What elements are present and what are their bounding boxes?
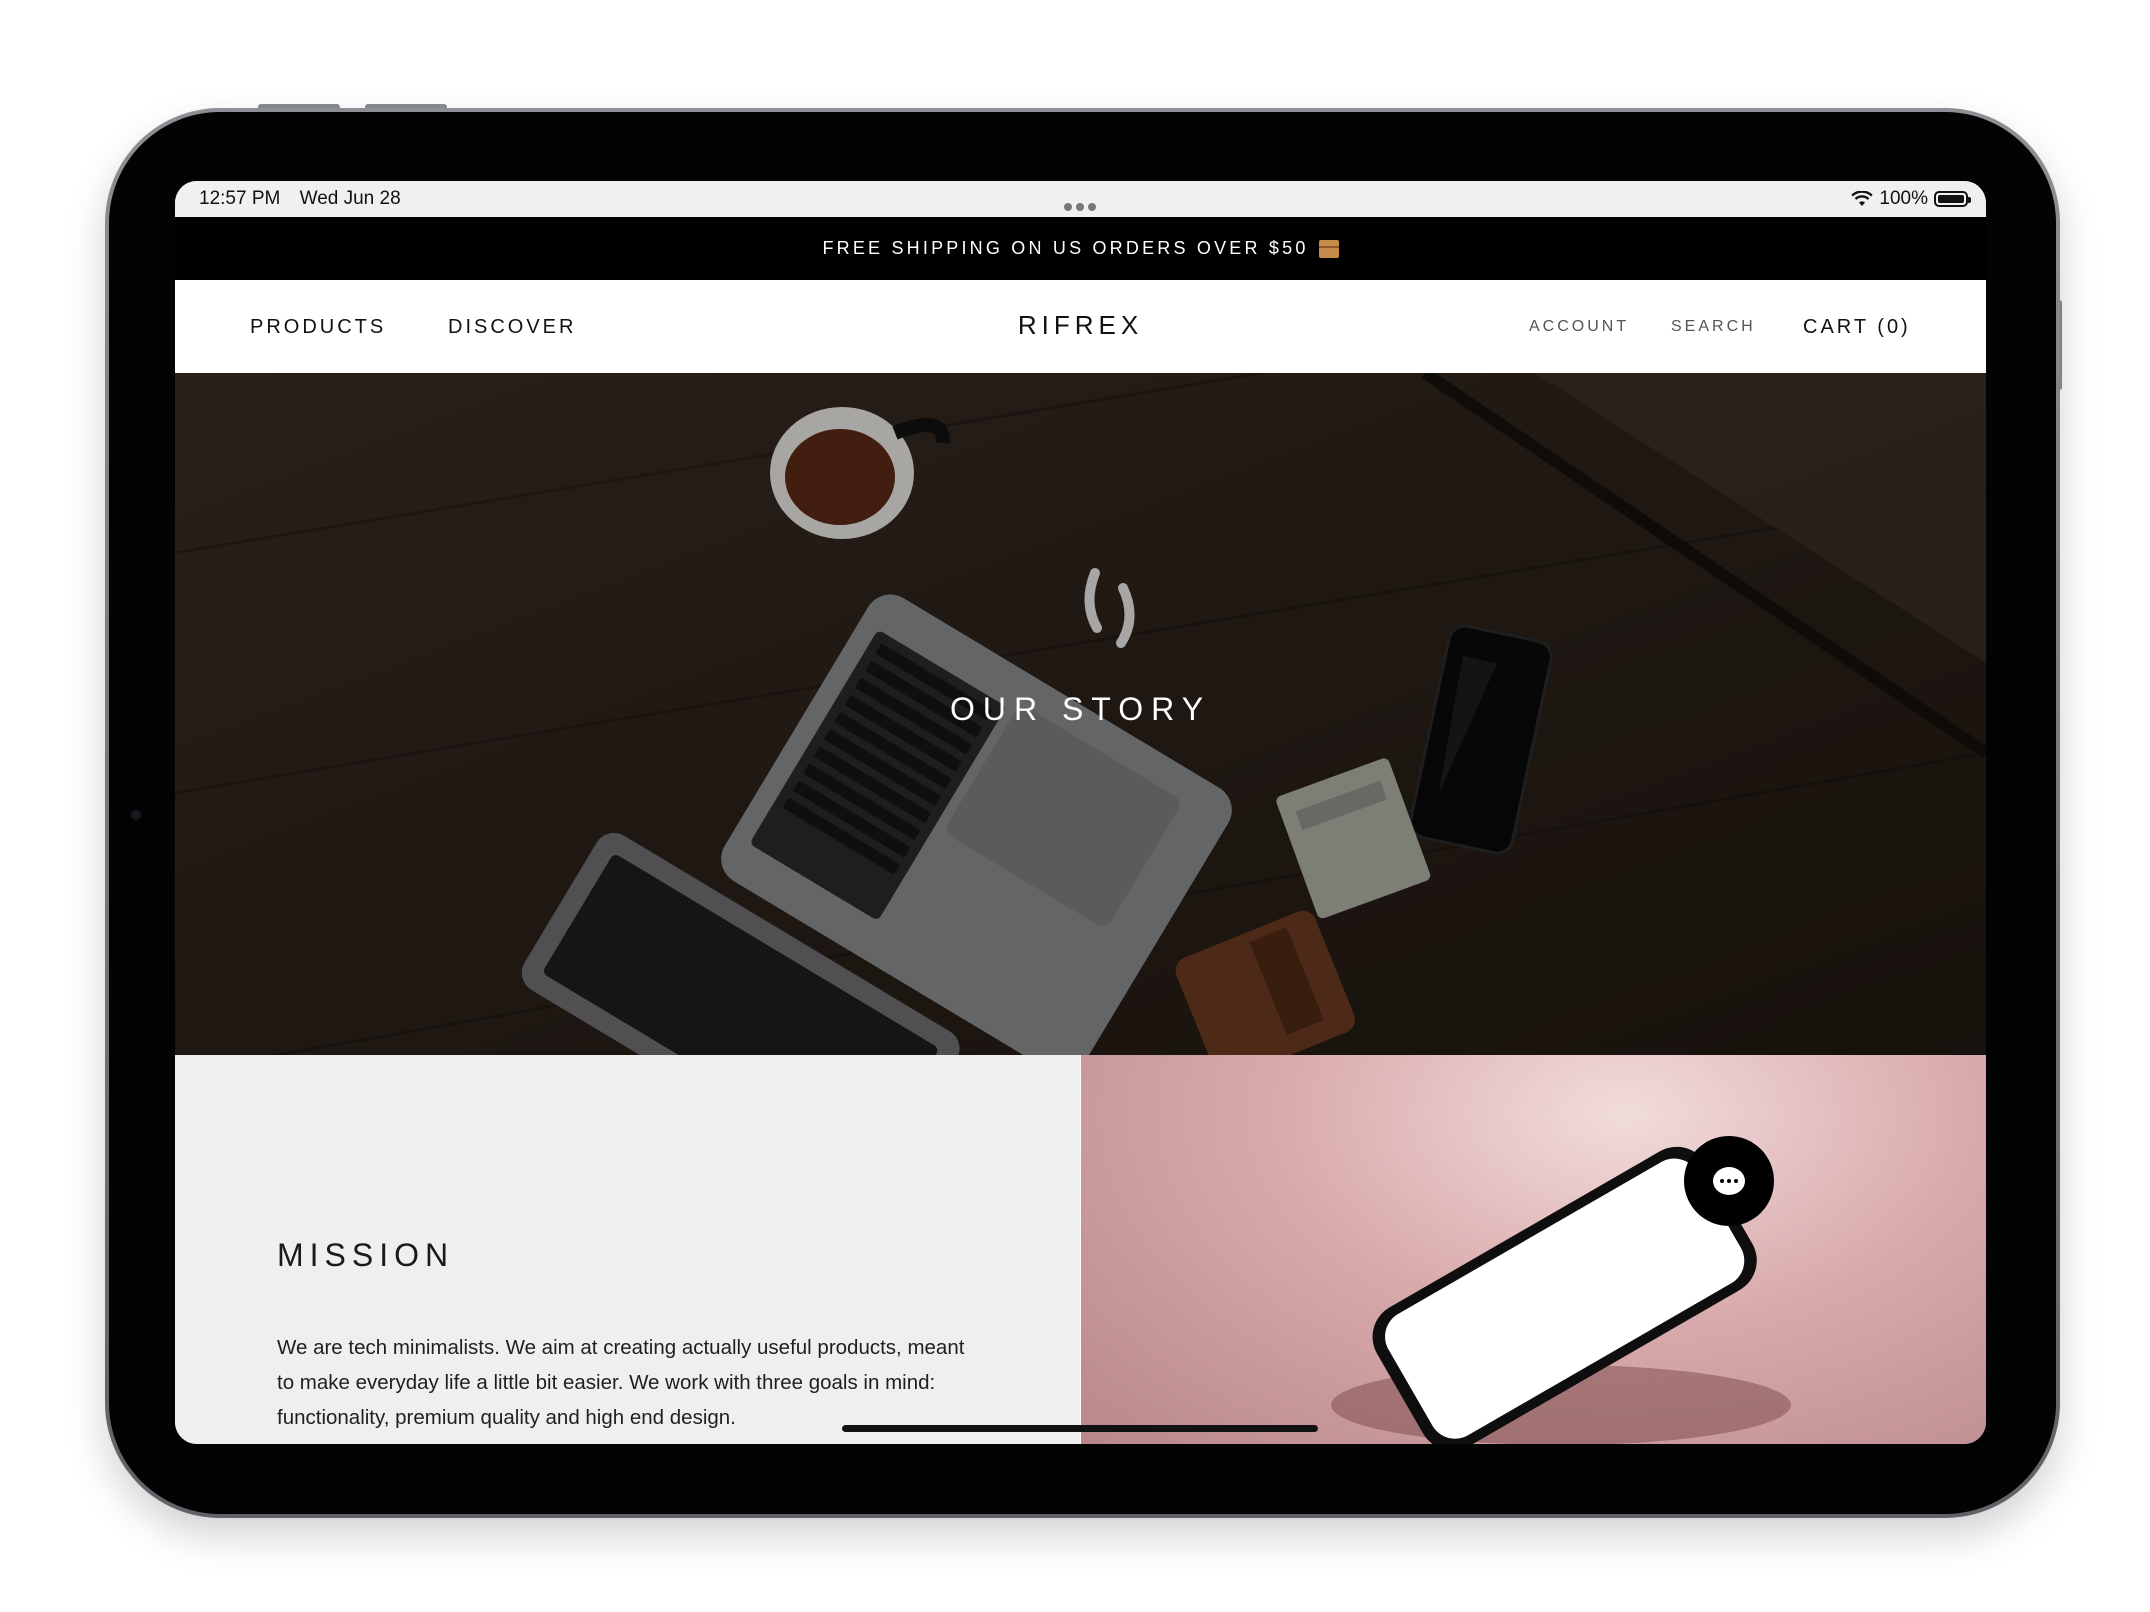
announcement-bar: FREE SHIPPING ON US ORDERS OVER $50 (175, 217, 1986, 280)
mission-section: MISSION We are tech minimalists. We aim … (175, 1055, 1080, 1444)
mission-text: We are tech minimalists. We aim at creat… (277, 1336, 965, 1429)
account-link[interactable]: ACCOUNT (1529, 318, 1629, 336)
announcement-text: FREE SHIPPING ON US ORDERS OVER $50 (822, 238, 1309, 258)
status-date: Wed Jun 28 (299, 188, 401, 209)
home-indicator[interactable] (842, 1425, 1318, 1432)
package-icon (1318, 239, 1339, 258)
chat-launcher-button[interactable] (1684, 1136, 1774, 1226)
wifi-icon (1851, 191, 1874, 206)
front-camera (131, 810, 141, 820)
phone-illustration (1331, 1146, 1791, 1444)
chat-icon (1713, 1167, 1745, 1195)
multitasking-dots-icon[interactable] (1062, 195, 1098, 217)
hero-title: OUR STORY (949, 691, 1212, 727)
site-header: PRODUCTS DISCOVER RIFREX ACCOUNT SEARCH … (175, 280, 1986, 373)
cart-link[interactable]: CART (0) (1803, 316, 1911, 339)
battery-percentage: 100% (1879, 188, 1928, 209)
mission-heading: MISSION (277, 1237, 455, 1273)
battery-icon (1934, 191, 1971, 207)
mission-image (1081, 1055, 1986, 1444)
search-link[interactable]: SEARCH (1671, 318, 1756, 336)
status-time: 12:57 PM (199, 188, 281, 209)
hero-banner: OUR STORY (175, 373, 1986, 1055)
status-bar: 12:57 PM Wed Jun 28 100% (175, 181, 1986, 217)
tablet-screen: 12:57 PM Wed Jun 28 100% FREE SHIPPING O… (175, 181, 1986, 1444)
